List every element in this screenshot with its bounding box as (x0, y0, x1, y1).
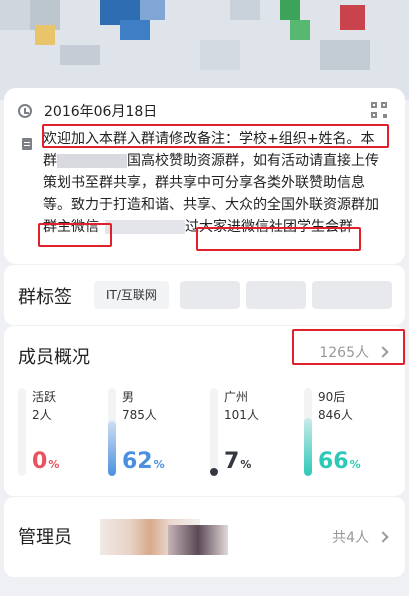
member-stat: 90后 846人 66% (304, 386, 394, 481)
members-title: 成员概况 (18, 347, 90, 368)
redacted-text (57, 154, 127, 168)
clock-icon (18, 104, 32, 118)
stat-bar-fill (210, 468, 218, 476)
admin-count: 共4人 (332, 530, 369, 546)
highlight-box-wechat (38, 223, 112, 247)
stat-percent: 7% (224, 449, 252, 474)
highlight-box-member-count (292, 329, 405, 365)
stat-label: 90后 (318, 390, 346, 404)
admins-title: 管理员 (18, 527, 72, 548)
stat-label: 广州 (224, 390, 249, 404)
highlight-box-remark (42, 124, 389, 148)
highlight-box-group (196, 227, 361, 251)
stat-percent: 0% (32, 449, 60, 474)
stat-percent: 66% (318, 449, 361, 474)
stat-percent: 62% (122, 449, 165, 474)
stat-bar-track (18, 388, 26, 476)
stat-count: 785人 (122, 408, 157, 422)
description-line-2: 群国高校赞助资源群，如有活动请直接上传 (43, 153, 379, 169)
stat-count: 101人 (224, 408, 259, 422)
chevron-right-icon (377, 531, 389, 543)
member-stat: 活跃 2人 0% (18, 386, 108, 481)
admin-avatars (168, 525, 228, 555)
member-stat: 男 785人 62% (108, 386, 198, 481)
admin-count-link[interactable]: 共4人 (332, 527, 389, 547)
group-tags-card[interactable]: 群标签 IT/互联网 (4, 265, 405, 325)
redacted-tag (246, 281, 306, 309)
stat-count: 2人 (32, 408, 52, 422)
stat-label: 男 (122, 390, 135, 404)
qr-code-icon[interactable] (371, 102, 387, 118)
tags-title: 群标签 (18, 287, 72, 308)
stat-count: 846人 (318, 408, 353, 422)
description-line-3: 策划书至群共享，群共享中可分享各类外联赞助信息 (43, 175, 365, 191)
stat-label: 活跃 (32, 390, 57, 404)
stat-bar-fill (304, 417, 312, 476)
created-date: 2016年06月18日 (44, 104, 158, 120)
stat-bar-track (210, 388, 218, 476)
redacted-tag (312, 281, 392, 309)
created-date-row: 2016年06月18日 (18, 100, 157, 122)
members-overview-card[interactable]: 成员概况 1265人 活跃 2人 0% 男 785人 62% 广州 101人 7% 90后 846人… (4, 326, 405, 496)
tag-chip: IT/互联网 (94, 281, 169, 309)
description-line-4: 等。致力于打造和谐、共享、大众的全国外联资源群加 (43, 197, 379, 213)
document-icon (22, 138, 32, 150)
member-stat: 广州 101人 7% (210, 386, 300, 481)
group-cover-image (0, 0, 409, 100)
group-info-card: 2016年06月18日 欢迎加入本群入群请修改备注：学校+组织+姓名。本 群国高… (4, 88, 405, 264)
redacted-text (105, 220, 185, 234)
stat-bar-fill (108, 421, 116, 476)
redacted-tag (180, 281, 240, 309)
stat-bar-track (304, 388, 312, 476)
admins-card[interactable]: 管理员 共4人 (4, 497, 405, 577)
stat-bar-track (108, 388, 116, 476)
